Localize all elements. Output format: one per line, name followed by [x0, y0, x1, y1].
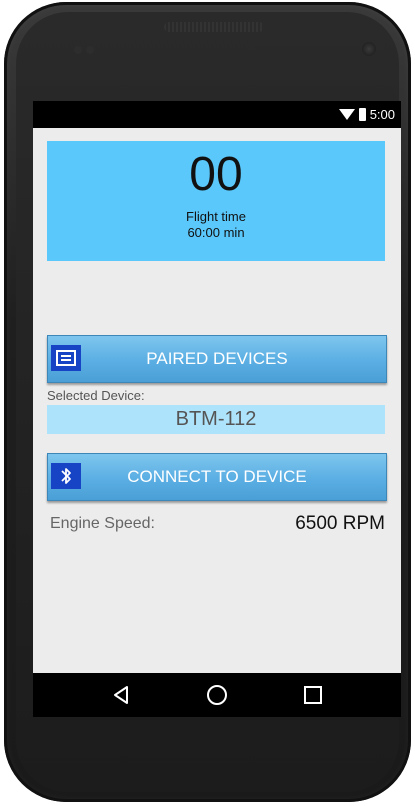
engine-speed-label: Engine Speed:	[50, 515, 155, 532]
flight-time-value: 00	[189, 148, 243, 201]
sensor-dots	[74, 46, 82, 54]
home-icon[interactable]	[204, 682, 230, 708]
list-icon	[51, 345, 81, 371]
back-icon[interactable]	[108, 682, 134, 708]
wifi-icon	[338, 109, 355, 120]
status-bar: 5:00	[33, 101, 401, 128]
selected-device-label: Selected Device:	[47, 388, 145, 403]
bluetooth-icon	[51, 463, 81, 489]
connect-device-button[interactable]: CONNECT TO DEVICE	[47, 453, 387, 501]
connect-device-label: CONNECT TO DEVICE	[127, 467, 307, 486]
flight-time-duration: 60:00 min	[187, 225, 245, 240]
flight-time-panel: 00 Flight time 60:00 min	[47, 141, 385, 261]
paired-devices-button[interactable]: PAIRED DEVICES	[47, 335, 387, 383]
battery-icon	[358, 108, 366, 121]
recents-icon[interactable]	[300, 682, 326, 708]
status-time: 5:00	[369, 107, 395, 122]
speaker-grille	[164, 22, 264, 32]
engine-speed-value: 6500 RPM	[295, 513, 385, 534]
paired-devices-label: PAIRED DEVICES	[146, 349, 288, 368]
front-camera	[362, 42, 376, 56]
app-screen: 5:00 00 Flight time 60:00 min PAIRED DEV…	[33, 101, 401, 717]
selected-device-value: BTM-112	[47, 405, 385, 434]
navigation-bar	[33, 673, 401, 717]
flight-time-label: Flight time	[186, 209, 246, 224]
